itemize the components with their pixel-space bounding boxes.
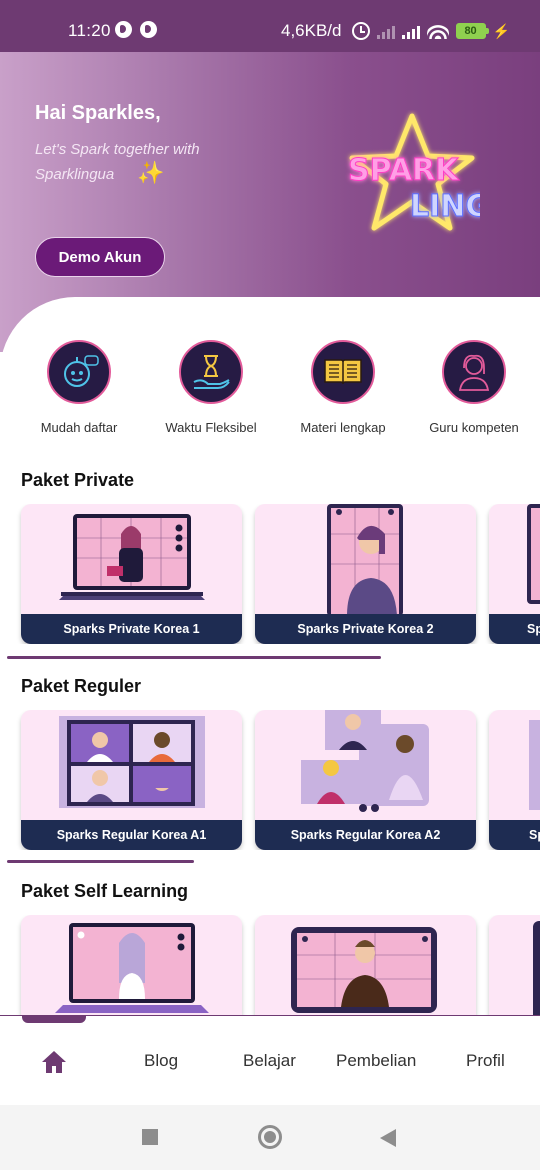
feature-easy-register[interactable]: Mudah daftar — [19, 330, 139, 435]
demo-account-button[interactable]: Demo Akun — [35, 237, 165, 277]
charging-icon: ⚡ — [492, 22, 510, 39]
battery-icon: 80 — [455, 23, 489, 39]
nav-belajar[interactable]: Belajar — [243, 1051, 296, 1071]
package-card[interactable]: Sparks Regular Korea A2 — [255, 710, 476, 850]
package-card[interactable]: Sparks Private Korea 2 — [255, 504, 476, 644]
greeting-subtitle: Let's Spark together with Sparklingua — [35, 141, 200, 183]
package-card[interactable]: Sparks Private Korea 1 — [21, 504, 242, 644]
app-notification-icon — [140, 21, 157, 38]
group-video-call-illustration — [301, 710, 429, 812]
home-icon[interactable] — [40, 1049, 68, 1080]
video-call-illustration — [529, 720, 540, 810]
phone-illustration — [527, 504, 540, 604]
package-card[interactable] — [255, 915, 476, 1015]
package-card[interactable]: Sparks Regular Korea A1 — [21, 710, 242, 850]
package-card-title: Sparks Private Korea 1 — [21, 614, 242, 644]
package-card-title: Sparks Private Korea 3 — [489, 614, 540, 644]
active-tab-indicator — [22, 1016, 86, 1023]
private-carousel[interactable]: Sparks Private Korea 1 Sparks Private Ko… — [0, 504, 540, 644]
hourglass-hand-icon — [179, 340, 243, 404]
tablet-student-illustration — [291, 927, 437, 1013]
recent-apps-icon[interactable] — [142, 1129, 158, 1145]
package-card[interactable]: Sparks Private Korea 3 — [489, 504, 540, 644]
system-navigation-bar — [0, 1105, 540, 1170]
reguler-carousel[interactable]: Sparks Regular Korea A1 Sparks Regular K… — [0, 710, 540, 850]
package-card[interactable] — [489, 915, 540, 1015]
section-title-self-learning: Paket Self Learning — [21, 881, 189, 901]
feature-label: Materi lengkap — [300, 420, 386, 435]
sparkle-icon: ✨ — [137, 160, 165, 185]
battery-level: 80 — [464, 25, 477, 37]
package-card[interactable]: Sparks Regular Korea B1 — [489, 710, 540, 850]
feature-flexible-time[interactable]: Waktu Fleksibel — [151, 330, 271, 435]
nav-profil[interactable]: Profil — [466, 1051, 505, 1071]
status-notification-icons — [115, 21, 157, 38]
greeting-title: Hai Sparkles, — [35, 102, 161, 124]
status-bar: 11:20 4,6KB/d 80 ⚡ — [0, 0, 540, 52]
status-right-icons: 80 ⚡ — [351, 22, 510, 40]
logo-text-bottom: LING — [410, 189, 480, 224]
laptop-headset-student-illustration — [55, 923, 209, 1013]
package-card-title: Sparks Regular Korea A1 — [21, 820, 242, 850]
carousel-scroll-indicator — [7, 860, 194, 863]
nav-blog[interactable]: Blog — [144, 1051, 178, 1071]
section-title-reguler: Paket Reguler — [21, 676, 142, 696]
back-icon[interactable] — [380, 1129, 396, 1147]
feature-complete-material[interactable]: Materi lengkap — [283, 330, 403, 435]
laptop-student-illustration — [59, 514, 205, 600]
app-notification-icon — [115, 21, 132, 38]
signal-sim1-icon — [401, 23, 420, 39]
phone-student-illustration — [327, 504, 403, 614]
package-card-title: Sparks Regular Korea A2 — [255, 820, 476, 850]
sparklingua-logo: SPARK LING — [340, 110, 491, 240]
feature-label: Waktu Fleksibel — [165, 420, 257, 435]
bottom-navigation: Blog Belajar Pembelian Profil — [0, 1015, 540, 1105]
logo-text-top: SPARK — [348, 153, 460, 188]
carousel-scroll-indicator — [7, 656, 381, 659]
open-book-icon — [311, 340, 375, 404]
features-row: Mudah daftar Waktu Fleksibel Materi leng… — [0, 330, 540, 440]
package-card-title: Sparks Private Korea 2 — [255, 614, 476, 644]
home-button-icon[interactable] — [258, 1125, 282, 1149]
nav-pembelian[interactable]: Pembelian — [336, 1051, 416, 1071]
section-title-private: Paket Private — [21, 470, 135, 490]
feature-label: Mudah daftar — [40, 420, 118, 435]
wifi-icon — [426, 23, 449, 39]
feature-competent-teacher[interactable]: Guru kompeten — [414, 330, 534, 435]
robot-chat-icon — [47, 340, 111, 404]
teacher-icon — [442, 340, 506, 404]
status-time: 11:20 — [68, 21, 111, 40]
network-speed: 4,6KB/d — [281, 21, 342, 40]
video-call-grid-illustration — [59, 716, 205, 808]
feature-label: Guru kompeten — [429, 420, 519, 435]
alarm-icon — [351, 22, 370, 40]
package-card[interactable] — [21, 915, 242, 1015]
self-learning-carousel[interactable] — [0, 915, 540, 1015]
package-card-title: Sparks Regular Korea B1 — [489, 820, 540, 850]
signal-sim2-icon — [376, 23, 395, 39]
device-illustration — [533, 921, 540, 1015]
